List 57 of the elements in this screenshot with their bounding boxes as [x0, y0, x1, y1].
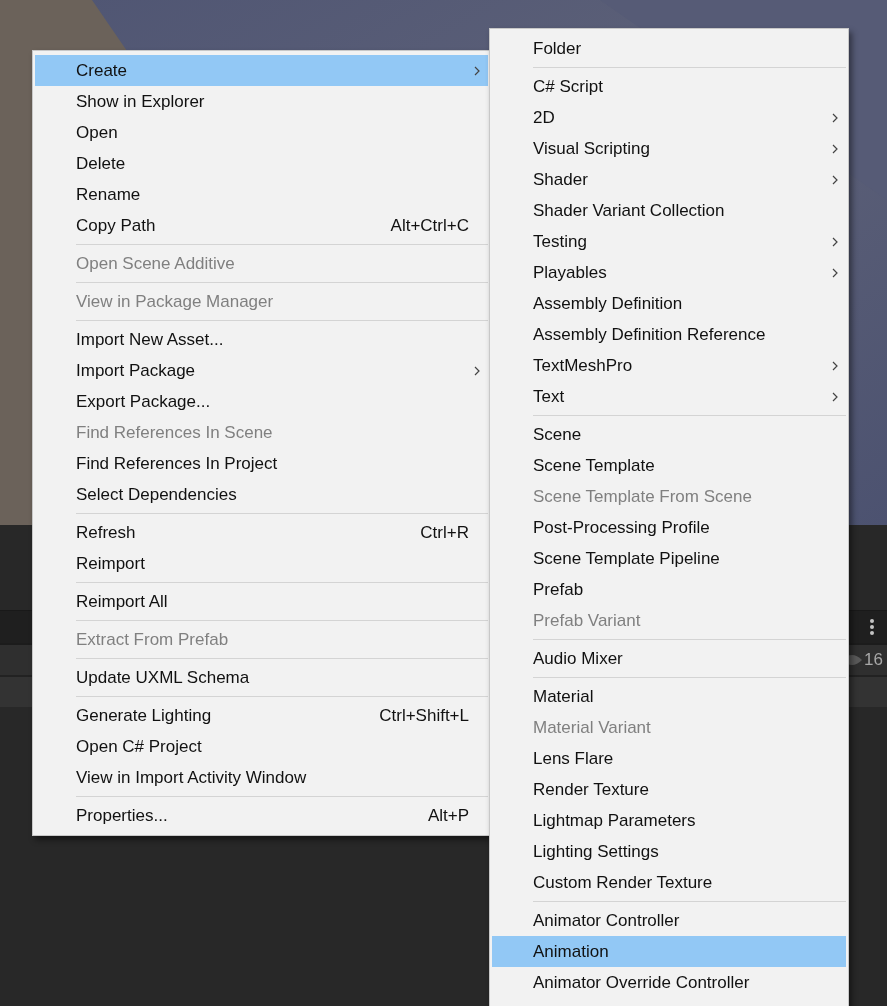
chevron-right-icon [832, 175, 838, 185]
chevron-right-icon [474, 66, 480, 76]
menu-item[interactable]: Assembly Definition Reference [492, 319, 846, 350]
menu-item[interactable]: Update UXML Schema [35, 662, 488, 693]
chevron-right-icon [832, 392, 838, 402]
menu-item[interactable]: Reimport [35, 548, 488, 579]
chevron-right-icon [832, 113, 838, 123]
menu-item[interactable]: Import Package [35, 355, 488, 386]
menu-item[interactable]: Export Package... [35, 386, 488, 417]
menu-item[interactable]: Custom Render Texture [492, 867, 846, 898]
menu-item[interactable]: Scene Template [492, 450, 846, 481]
menu-item[interactable]: Rename [35, 179, 488, 210]
menu-item[interactable]: TextMeshPro [492, 350, 846, 381]
menu-item[interactable]: Open C# Project [35, 731, 488, 762]
menu-item[interactable]: Animator Override Controller [492, 967, 846, 998]
menu-item[interactable]: Open [35, 117, 488, 148]
more-options-icon[interactable] [869, 618, 875, 636]
menu-item[interactable]: Visual Scripting [492, 133, 846, 164]
menu-item[interactable]: Animator Controller [492, 905, 846, 936]
menu-item[interactable]: Post-Processing Profile [492, 512, 846, 543]
menu-item[interactable]: Animation [492, 936, 846, 967]
menu-item[interactable]: Text [492, 381, 846, 412]
chevron-right-icon [832, 237, 838, 247]
chevron-right-icon [474, 366, 480, 376]
menu-item[interactable]: Shader [492, 164, 846, 195]
menu-item[interactable]: Lighting Settings [492, 836, 846, 867]
menu-item[interactable]: Render Texture [492, 774, 846, 805]
menu-item[interactable]: Shader Variant Collection [492, 195, 846, 226]
menu-item[interactable]: Create [35, 55, 488, 86]
menu-item[interactable]: Scene Template Pipeline [492, 543, 846, 574]
menu-item[interactable]: Show in Explorer [35, 86, 488, 117]
menu-item[interactable]: Prefab [492, 574, 846, 605]
menu-item[interactable]: Reimport All [35, 586, 488, 617]
menu-item[interactable]: Lightmap Parameters [492, 805, 846, 836]
menu-item[interactable]: Testing [492, 226, 846, 257]
menu-item[interactable]: Properties... Alt+P [35, 800, 488, 831]
menu-item[interactable]: Folder [492, 33, 846, 64]
menu-item[interactable]: Copy Path Alt+Ctrl+C [35, 210, 488, 241]
menu-item[interactable]: View in Import Activity Window [35, 762, 488, 793]
menu-item[interactable]: Delete [35, 148, 488, 179]
menu-item[interactable]: Scene [492, 419, 846, 450]
menu-item[interactable]: Import New Asset... [35, 324, 488, 355]
menu-item[interactable]: Generate Lighting Ctrl+Shift+L [35, 700, 488, 731]
menu-item[interactable]: Find References In Project [35, 448, 488, 479]
visible-count: 16 [864, 650, 883, 670]
menu-item[interactable]: Playables [492, 257, 846, 288]
menu-item[interactable]: Audio Mixer [492, 643, 846, 674]
menu-item[interactable]: Assembly Definition [492, 288, 846, 319]
chevron-right-icon [832, 144, 838, 154]
menu-item[interactable]: Material [492, 681, 846, 712]
menu-item[interactable]: Select Dependencies [35, 479, 488, 510]
menu-item[interactable]: 2D [492, 102, 846, 133]
menu-item[interactable]: Refresh Ctrl+R [35, 517, 488, 548]
chevron-right-icon [832, 268, 838, 278]
chevron-right-icon [832, 361, 838, 371]
menu-item[interactable]: C# Script [492, 71, 846, 102]
menu-item[interactable]: Lens Flare [492, 743, 846, 774]
